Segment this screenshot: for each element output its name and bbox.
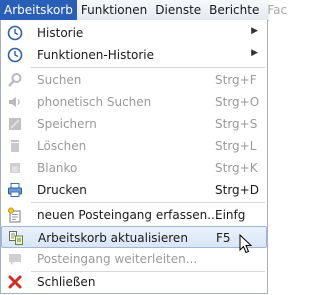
menu-item-label: Blanko [37, 161, 78, 175]
menubar-item-funktionen[interactable]: Funktionen [77, 0, 151, 20]
new-inbox-icon [8, 207, 21, 223]
menu-item-label: Löschen [37, 139, 87, 153]
menu-item-label: Drucken [37, 183, 87, 197]
clock-icon [7, 47, 23, 63]
menu-item-label: Schließen [37, 275, 96, 289]
menu-item-label: Arbeitskorb aktualisieren [38, 231, 188, 245]
trash-icon [11, 140, 19, 152]
blank-icon [10, 163, 20, 173]
menu-item-label: phonetisch Suchen [37, 95, 152, 109]
clock-icon [7, 25, 23, 41]
menu-item-shortcut: Strg+S [215, 117, 258, 131]
menu-item-historie[interactable]: Historie ▶ [1, 22, 267, 44]
menubar: Arbeitskorb Funktionen Dienste Berichte … [0, 0, 287, 21]
menu-item-shortcut: Strg+K [215, 161, 258, 175]
forward-icon [9, 254, 21, 265]
menu-item-speichern[interactable]: Speichern Strg+S [1, 113, 267, 135]
search-icon [8, 73, 22, 87]
menu-item-shortcut: F5 [216, 231, 231, 245]
menu-item-phonetisch-suchen[interactable]: phonetisch Suchen Strg+O [1, 91, 267, 113]
menu-item-funktionen-historie[interactable]: Funktionen-Historie ▶ [1, 44, 267, 66]
menu-item-loeschen[interactable]: Löschen Strg+L [1, 135, 267, 157]
menubar-item-dienste[interactable]: Dienste [151, 0, 205, 20]
menubar-item-fac[interactable]: Fac [263, 0, 291, 20]
menu-item-suchen[interactable]: Suchen Strg+F [1, 69, 267, 91]
menu-item-shortcut: Strg+O [215, 95, 260, 109]
menu-item-label: neuen Posteingang erfassen... [37, 208, 219, 222]
menu-item-shortcut: Einfg [215, 208, 246, 222]
menu-item-schliessen[interactable]: Schließen [1, 271, 267, 293]
submenu-arrow-icon: ▶ [251, 48, 258, 58]
menubar-item-arbeitskorb[interactable]: Arbeitskorb [0, 0, 77, 20]
save-icon [9, 118, 21, 130]
arbeitskorb-menu: Historie ▶ Funktionen-Historie ▶ Suchen … [0, 20, 268, 294]
mouse-cursor-icon [239, 234, 253, 254]
menu-item-label: Historie [37, 26, 84, 40]
menu-item-blanko[interactable]: Blanko Strg+K [1, 157, 267, 179]
menu-separator [31, 67, 265, 68]
close-icon [8, 275, 22, 289]
menu-item-neuen-posteingang-erfassen[interactable]: neuen Posteingang erfassen... Einfg [1, 204, 267, 226]
refresh-icon [9, 231, 23, 245]
menu-item-label: Funktionen-Historie [37, 48, 155, 62]
menu-item-shortcut: Strg+F [215, 73, 257, 87]
menu-item-shortcut: Strg+D [215, 183, 259, 197]
menu-item-arbeitskorb-aktualisieren[interactable]: Arbeitskorb aktualisieren F5 [1, 226, 267, 248]
menu-separator [31, 202, 265, 203]
menubar-item-berichte[interactable]: Berichte [205, 0, 263, 20]
menu-item-label: Posteingang weiterleiten... [37, 252, 198, 266]
speaker-icon [9, 97, 20, 107]
menu-item-label: Speichern [37, 117, 97, 131]
menu-item-posteingang-weiterleiten[interactable]: Posteingang weiterleiten... [1, 248, 267, 270]
menu-item-drucken[interactable]: Drucken Strg+D [1, 179, 267, 201]
submenu-arrow-icon: ▶ [251, 26, 258, 36]
menu-item-shortcut: Strg+L [215, 139, 257, 153]
printer-icon [8, 183, 22, 197]
menu-item-label: Suchen [37, 73, 82, 87]
